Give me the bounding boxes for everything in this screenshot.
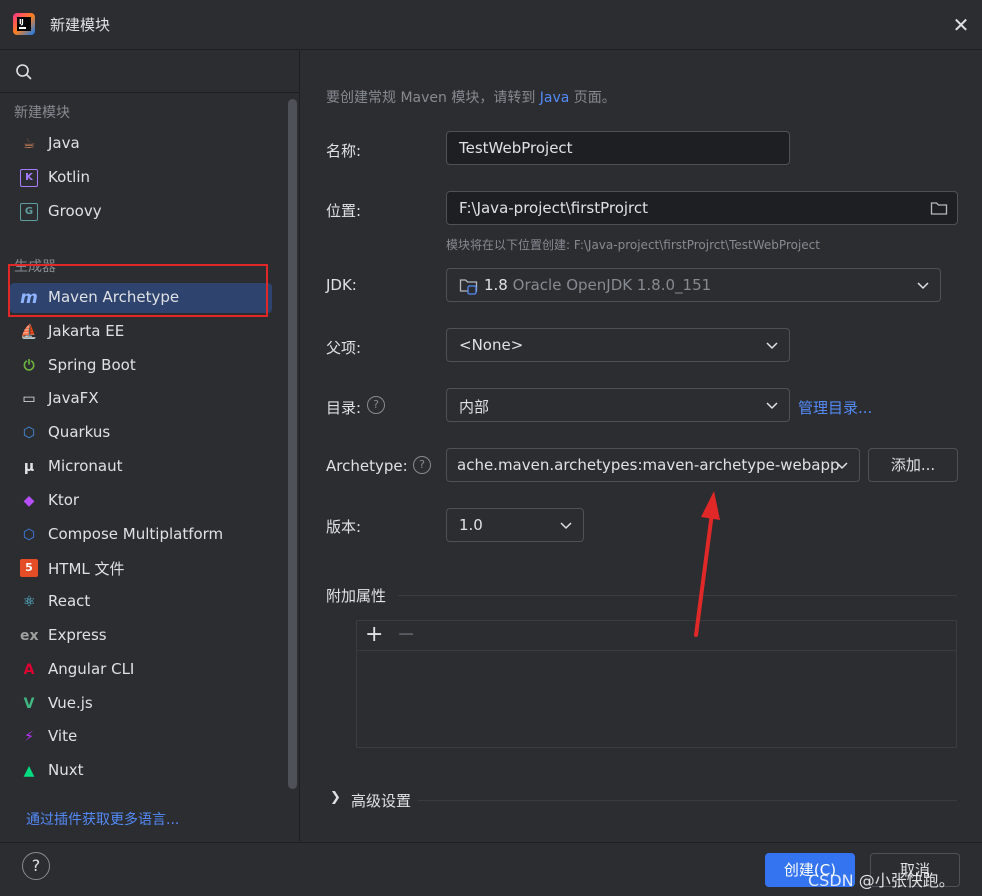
sidebar-item-label: Groovy	[48, 201, 102, 220]
quarkus-icon: ⬡	[22, 425, 36, 442]
sidebar-item-label: Nuxt	[48, 761, 84, 780]
sidebar-item-label: JavaFX	[48, 389, 99, 408]
sidebar-item-vite[interactable]: ⚡ Vite	[10, 722, 272, 752]
sidebar-item-javafx[interactable]: ▭ JavaFX	[10, 384, 272, 414]
main-form: 要创建常规 Maven 模块，请转到 Java 页面。 名称: TestWebP…	[301, 51, 982, 841]
vite-icon: ⚡	[24, 729, 34, 746]
ktor-icon: ◆	[23, 492, 35, 509]
sidebar-item-compose-multiplatform[interactable]: ⬡ Compose Multiplatform	[10, 520, 272, 550]
groovy-icon: G	[20, 202, 38, 221]
close-button[interactable]: ✕	[948, 12, 974, 38]
angular-icon: A	[23, 661, 35, 678]
sidebar-item-label: Vite	[48, 727, 78, 746]
annotation-highlight-box	[8, 264, 268, 317]
search-field[interactable]	[0, 51, 300, 93]
kotlin-icon: K	[20, 168, 38, 187]
cup-icon: ☕	[22, 136, 36, 152]
section-new-module: 新建模块	[14, 105, 70, 121]
sidebar-scrollbar[interactable]	[288, 99, 297, 789]
sidebar-item-label: Kotlin	[48, 167, 90, 186]
sidebar-item-jakarta-ee[interactable]: ⛵ Jakarta EE	[10, 317, 272, 347]
html5-icon: 5	[20, 559, 38, 578]
sidebar-item-label: Vue.js	[48, 693, 93, 712]
get-more-languages-link[interactable]: 通过插件获取更多语言...	[26, 809, 179, 829]
sidebar-item-vue-js[interactable]: V Vue.js	[10, 689, 272, 719]
footer: ? 创建(C) 取消 CSDN @小张快跑。	[0, 842, 982, 896]
search-icon	[16, 64, 32, 80]
sidebar-item-groovy[interactable]: G Groovy	[10, 197, 272, 227]
watermark: CSDN @小张快跑。	[808, 871, 955, 890]
intellij-logo-icon: IJ	[13, 13, 35, 35]
sidebar-item-label: Quarkus	[48, 423, 111, 442]
react-icon: ⚛	[22, 594, 36, 611]
help-button[interactable]: ?	[22, 852, 50, 880]
sidebar-item-label: React	[48, 592, 91, 611]
sidebar-item-react[interactable]: ⚛ React	[10, 587, 272, 617]
window-title: 新建模块	[50, 16, 111, 34]
sidebar-item-label: Ktor	[48, 490, 80, 509]
sidebar-item-label: Angular CLI	[48, 659, 135, 678]
sidebar-item-label: Compose Multiplatform	[48, 524, 224, 543]
sidebar-item-label: Java	[48, 134, 80, 152]
javafx-icon: ▭	[22, 391, 36, 408]
micronaut-icon: μ	[23, 459, 35, 475]
vue-icon: V	[23, 695, 35, 712]
annotation-arrow-icon	[694, 491, 720, 637]
sidebar-item-label: Express	[48, 626, 107, 644]
sidebar-item-label: Micronaut	[48, 457, 123, 475]
sidebar-item-java[interactable]: ☕ Java	[10, 129, 272, 159]
sidebar-item-quarkus[interactable]: ⬡ Quarkus	[10, 418, 272, 448]
sidebar: 新建模块 ☕ Java K Kotlin G Groovy 生成器 m Maven Arch…	[0, 51, 300, 841]
express-icon: ex	[20, 628, 39, 644]
spring-icon: ⏻	[23, 357, 35, 374]
sidebar-item-nuxt[interactable]: ▲ Nuxt	[10, 756, 272, 786]
sidebar-item-html[interactable]: 5 HTML 文件	[10, 553, 272, 583]
nuxt-icon: ▲	[23, 763, 35, 780]
sidebar-item-label: Jakarta EE	[48, 321, 125, 340]
sidebar-item-label: HTML 文件	[48, 560, 125, 579]
jakarta-icon: ⛵	[20, 323, 38, 340]
sidebar-item-kotlin[interactable]: K Kotlin	[10, 163, 272, 193]
sidebar-item-label: Spring Boot	[48, 355, 136, 374]
title-bar: IJ 新建模块 ✕	[0, 0, 982, 50]
compose-icon: ⬡	[22, 526, 36, 543]
sidebar-item-spring-boot[interactable]: ⏻ Spring Boot	[10, 351, 272, 381]
sidebar-item-ktor[interactable]: ◆ Ktor	[10, 486, 272, 516]
sidebar-item-express[interactable]: ex Express	[10, 621, 272, 651]
sidebar-item-micronaut[interactable]: μ Micronaut	[10, 452, 272, 482]
sidebar-item-angular-cli[interactable]: A Angular CLI	[10, 655, 272, 685]
